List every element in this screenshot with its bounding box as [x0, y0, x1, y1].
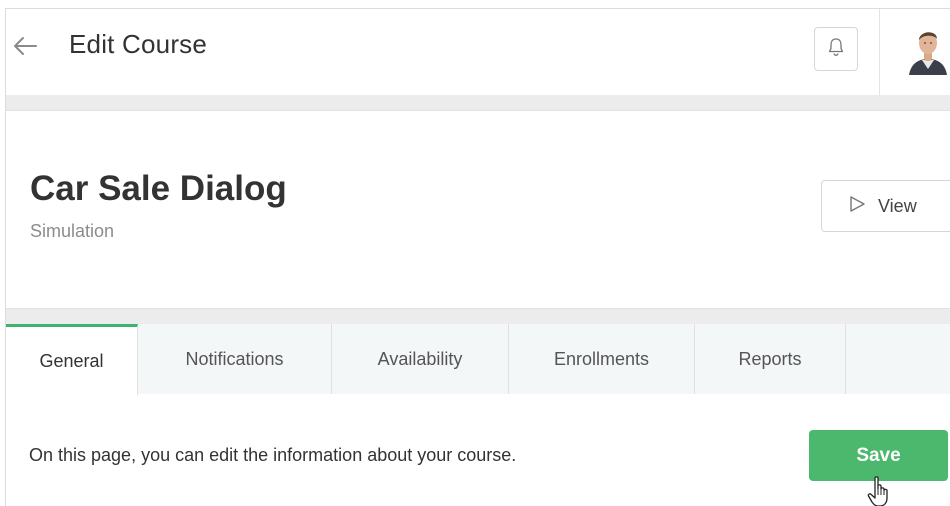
tab-notifications[interactable]: Notifications — [138, 324, 332, 394]
page-title: Edit Course — [69, 29, 208, 59]
view-button[interactable]: View — [821, 180, 950, 232]
app-window: Edit Course Car Sale Dialog Simulation V… — [5, 8, 950, 506]
header-separator — [6, 95, 950, 111]
view-button-label: View — [878, 195, 917, 216]
tabs-filler — [846, 324, 950, 394]
user-avatar[interactable] — [905, 23, 950, 75]
notifications-button[interactable] — [814, 27, 858, 71]
play-outline-icon — [848, 195, 866, 218]
tab-reports[interactable]: Reports — [695, 324, 846, 394]
header-divider — [879, 9, 880, 95]
section-separator — [6, 308, 950, 325]
course-type: Simulation — [30, 221, 115, 241]
save-button[interactable]: Save — [809, 430, 948, 481]
arrow-left-icon[interactable] — [12, 35, 38, 57]
bell-icon — [827, 37, 845, 62]
general-description: On this page, you can edit the informati… — [29, 445, 517, 465]
hand-pointer-icon — [867, 475, 893, 506]
tab-general[interactable]: General — [6, 324, 138, 395]
tab-enrollments[interactable]: Enrollments — [509, 324, 695, 394]
tab-availability[interactable]: Availability — [332, 324, 509, 394]
top-header: Edit Course — [6, 9, 950, 96]
course-name: Car Sale Dialog — [30, 169, 287, 208]
course-tabs: General Notifications Availability Enrol… — [6, 324, 950, 395]
